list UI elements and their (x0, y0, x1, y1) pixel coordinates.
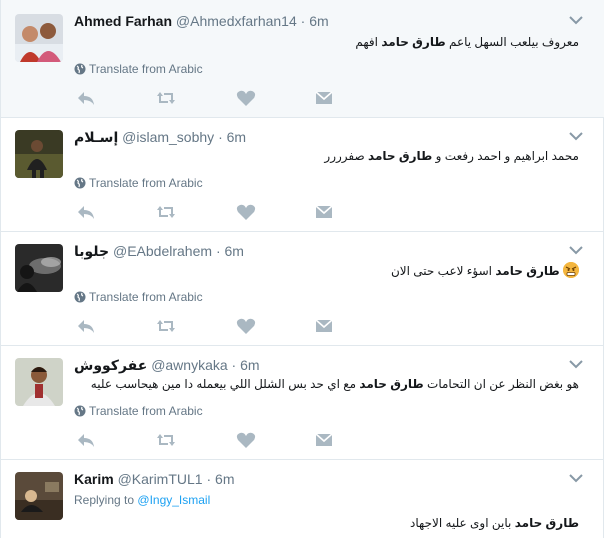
tweet-item[interactable]: جلوبا @EAbdelrahem · 6m طارق حامد اسؤء ل… (1, 232, 604, 346)
separator-dot: · (215, 243, 221, 259)
caret-down-icon[interactable] (569, 245, 583, 255)
timeline: Ahmed Farhan @Ahmedxfarhan14 · 6m معروف … (0, 0, 604, 538)
reply-icon[interactable] (76, 89, 96, 107)
tweet-text: طارق حامد باين اوى عليه الاجهاد (74, 515, 579, 531)
text-part: محمد ابراهيم و احمد رفعت و (432, 149, 579, 163)
user-handle[interactable]: @Ahmedxfarhan14 (176, 13, 297, 29)
reply-icon[interactable] (76, 203, 96, 221)
like-icon[interactable] (236, 431, 256, 449)
retweet-icon[interactable] (156, 89, 176, 107)
hashtag-bold: طارق حامد (495, 264, 560, 278)
tweet-item[interactable]: Karim @KarimTUL1 · 6m Replying to @Ingy_… (1, 460, 604, 538)
like-icon[interactable] (236, 89, 256, 107)
translate-label[interactable]: Translate from Arabic (89, 62, 203, 76)
translate-link[interactable]: Translate from Arabic (74, 62, 203, 76)
display-name[interactable]: Ahmed Farhan (74, 13, 172, 29)
angry-face-icon (563, 262, 579, 278)
hashtag-bold: طارق حامد (368, 149, 433, 163)
like-icon[interactable] (236, 203, 256, 221)
timestamp[interactable]: 6m (225, 243, 244, 259)
translate-label[interactable]: Translate from Arabic (89, 176, 203, 190)
message-icon[interactable] (314, 203, 334, 221)
tweet-header: إسـلام @islam_sobhy · 6m (74, 129, 246, 146)
separator-dot: · (206, 471, 212, 487)
caret-down-icon[interactable] (569, 473, 583, 483)
text-part: باين اوى عليه الاجهاد (410, 516, 515, 530)
text-part: معروف بيلعب السهل ياعم (445, 35, 579, 49)
globe-icon (74, 405, 86, 417)
like-icon[interactable] (236, 317, 256, 335)
reply-icon[interactable] (76, 431, 96, 449)
caret-down-icon[interactable] (569, 131, 583, 141)
text-part: صفرررر (324, 149, 369, 163)
globe-icon (74, 291, 86, 303)
tweet-item[interactable]: إسـلام @islam_sobhy · 6m محمد ابراهيم و … (1, 118, 604, 232)
tweet-item[interactable]: عفركووش @awnykaka · 6m هو بغض النظر عن ا… (1, 346, 604, 460)
globe-icon (74, 63, 86, 75)
user-handle[interactable]: @EAbdelrahem (113, 243, 212, 259)
separator-dot: · (300, 13, 306, 29)
tweet-header: Ahmed Farhan @Ahmedxfarhan14 · 6m (74, 13, 329, 29)
retweet-icon[interactable] (156, 431, 176, 449)
tweet-item[interactable]: Ahmed Farhan @Ahmedxfarhan14 · 6m معروف … (1, 0, 604, 118)
text-part: مع اي حد بس الشلل اللي بيعمله دا مين هيح… (90, 377, 360, 391)
caret-down-icon[interactable] (569, 15, 583, 25)
retweet-icon[interactable] (156, 203, 176, 221)
translate-link[interactable]: Translate from Arabic (74, 290, 203, 304)
tweet-text: هو بغض النظر عن ان التحامات طارق حامد مع… (74, 376, 579, 392)
globe-icon (74, 177, 86, 189)
avatar[interactable] (15, 244, 63, 292)
text-part: اسؤء لاعب حتى الان (390, 264, 496, 278)
hashtag-bold: طارق حامد (359, 377, 424, 391)
tweet-header: Karim @KarimTUL1 · 6m (74, 471, 235, 487)
replying-handle-link[interactable]: @Ingy_Ismail (137, 493, 210, 507)
tweet-text: معروف بيلعب السهل ياعم طارق حامد افهم (74, 34, 579, 50)
hashtag-bold: طارق حامد (514, 516, 579, 530)
translate-label[interactable]: Translate from Arabic (89, 290, 203, 304)
tweet-header: جلوبا @EAbdelrahem · 6m (74, 243, 244, 260)
timestamp[interactable]: 6m (240, 357, 259, 373)
display-name[interactable]: عفركووش (74, 357, 147, 373)
avatar[interactable] (15, 14, 63, 62)
user-handle[interactable]: @awnykaka (151, 357, 227, 373)
translate-link[interactable]: Translate from Arabic (74, 176, 203, 190)
message-icon[interactable] (314, 89, 334, 107)
retweet-icon[interactable] (156, 317, 176, 335)
replying-to: Replying to @Ingy_Ismail (74, 493, 210, 507)
separator-dot: · (218, 129, 223, 145)
translate-label[interactable]: Translate from Arabic (89, 404, 203, 418)
timestamp[interactable]: 6m (309, 13, 328, 29)
text-part: هو بغض النظر عن ان التحامات (423, 377, 579, 391)
display-name[interactable]: إسـلام (74, 129, 118, 145)
tweet-text: محمد ابراهيم و احمد رفعت و طارق حامد صفر… (74, 148, 579, 164)
reply-icon[interactable] (76, 317, 96, 335)
separator-dot: · (231, 357, 237, 373)
tweet-header: عفركووش @awnykaka · 6m (74, 357, 260, 374)
message-icon[interactable] (314, 317, 334, 335)
tweet-text: طارق حامد اسؤء لاعب حتى الان (74, 262, 579, 279)
timestamp[interactable]: 6m (227, 129, 246, 145)
user-handle[interactable]: @KarimTUL1 (118, 471, 203, 487)
text-part: افهم (355, 35, 382, 49)
translate-link[interactable]: Translate from Arabic (74, 404, 203, 418)
avatar[interactable] (15, 130, 63, 178)
display-name[interactable]: Karim (74, 471, 114, 487)
timestamp[interactable]: 6m (215, 471, 234, 487)
hashtag-bold: طارق حامد (381, 35, 446, 49)
caret-down-icon[interactable] (569, 359, 583, 369)
message-icon[interactable] (314, 431, 334, 449)
user-handle[interactable]: @islam_sobhy (122, 129, 214, 145)
avatar[interactable] (15, 358, 63, 406)
display-name[interactable]: جلوبا (74, 243, 109, 259)
replying-label: Replying to (74, 493, 135, 507)
avatar[interactable] (15, 472, 63, 520)
